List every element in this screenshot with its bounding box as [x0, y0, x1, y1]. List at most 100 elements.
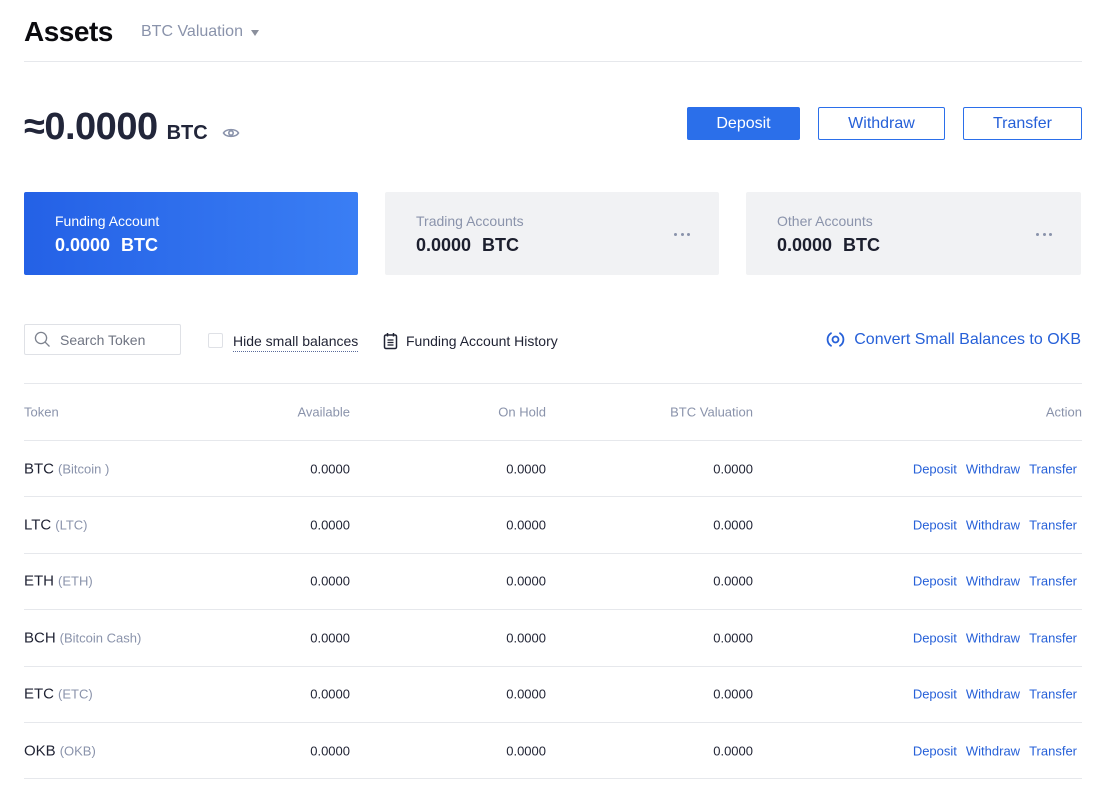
available-cell: 0.0000	[310, 573, 350, 589]
row-transfer-link[interactable]: Transfer	[1029, 574, 1077, 589]
card-value: 0.0000 BTC	[55, 235, 159, 255]
token-cell: LTC (LTC)	[24, 517, 88, 534]
action-cell: Deposit Withdraw Transfer	[913, 630, 1077, 645]
other-accounts-card[interactable]: Other Accounts 0.0000 BTC	[746, 192, 1081, 275]
available-cell: 0.0000	[310, 743, 350, 759]
convert-icon	[826, 332, 845, 347]
table-row: ETH (ETH) 0.0000 0.0000 0.0000 Deposit Wi…	[24, 554, 1082, 611]
on-hold-cell: 0.0000	[506, 686, 546, 702]
token-symbol: BTC	[24, 460, 54, 478]
token-name: (ETC)	[58, 686, 93, 702]
table-row: BCH (Bitcoin Cash) 0.0000 0.0000 0.0000 D…	[24, 610, 1082, 667]
row-withdraw-link[interactable]: Withdraw	[966, 518, 1020, 533]
funding-account-card[interactable]: Funding Account 0.0000 BTC	[24, 192, 358, 275]
history-label: Funding Account History	[406, 333, 558, 349]
assets-table: Token Available On Hold BTC Valuation Ac…	[24, 383, 1082, 780]
btc-valuation-cell: 0.0000	[713, 573, 753, 589]
token-symbol: OKB	[24, 742, 56, 760]
token-cell: BCH (Bitcoin Cash)	[24, 629, 141, 646]
token-name: (OKB)	[59, 743, 96, 759]
valuation-select[interactable]: BTC Valuation	[141, 23, 259, 41]
btc-valuation-cell: 0.0000	[713, 630, 753, 646]
more-icon[interactable]	[1036, 233, 1052, 237]
row-deposit-link[interactable]: Deposit	[913, 687, 957, 702]
btc-valuation-cell: 0.0000	[713, 686, 753, 702]
available-cell: 0.0000	[310, 517, 350, 533]
row-withdraw-link[interactable]: Withdraw	[966, 461, 1020, 476]
page-header: Assets BTC Valuation	[24, 0, 1082, 62]
action-cell: Deposit Withdraw Transfer	[913, 461, 1077, 476]
card-label: Trading Accounts	[416, 213, 524, 229]
row-deposit-link[interactable]: Deposit	[913, 743, 957, 758]
on-hold-cell: 0.0000	[506, 461, 546, 477]
convert-small-balances-link[interactable]: Convert Small Balances to OKB	[826, 330, 1081, 349]
row-withdraw-link[interactable]: Withdraw	[966, 574, 1020, 589]
page-title: Assets	[24, 16, 113, 47]
card-value: 0.0000 BTC	[777, 235, 881, 255]
on-hold-cell: 0.0000	[506, 743, 546, 759]
table-row: BTC (Bitcoin ) 0.0000 0.0000 0.0000 Depos…	[24, 441, 1082, 498]
search-icon	[34, 331, 50, 347]
funding-account-history-link[interactable]: Funding Account History	[383, 332, 558, 350]
row-deposit-link[interactable]: Deposit	[913, 518, 957, 533]
header-on-hold: On Hold	[498, 404, 546, 420]
row-transfer-link[interactable]: Transfer	[1029, 518, 1077, 533]
header-action: Action	[1045, 404, 1082, 420]
card-label: Other Accounts	[777, 213, 873, 229]
row-transfer-link[interactable]: Transfer	[1029, 687, 1077, 702]
available-cell: 0.0000	[310, 630, 350, 646]
token-symbol: LTC	[24, 516, 52, 534]
withdraw-button[interactable]: Withdraw	[818, 107, 945, 140]
table-header: Token Available On Hold BTC Valuation Ac…	[24, 384, 1082, 441]
row-deposit-link[interactable]: Deposit	[913, 461, 957, 476]
header-btc-valuation: BTC Valuation	[670, 404, 753, 420]
clipboard-icon	[383, 333, 398, 350]
card-value: 0.0000 BTC	[416, 235, 520, 255]
row-withdraw-link[interactable]: Withdraw	[966, 630, 1020, 645]
table-row: OKB (OKB) 0.0000 0.0000 0.0000 Deposit Wi…	[24, 723, 1082, 780]
on-hold-cell: 0.0000	[506, 517, 546, 533]
valuation-select-label: BTC Valuation	[141, 23, 243, 40]
token-symbol: BCH	[24, 629, 56, 647]
trading-accounts-card[interactable]: Trading Accounts 0.0000 BTC	[385, 192, 719, 275]
convert-label: Convert Small Balances to OKB	[854, 330, 1081, 348]
btc-valuation-cell: 0.0000	[713, 517, 753, 533]
btc-valuation-cell: 0.0000	[713, 743, 753, 759]
action-cell: Deposit Withdraw Transfer	[913, 743, 1077, 758]
hide-small-balances-checkbox[interactable]	[208, 333, 223, 348]
row-withdraw-link[interactable]: Withdraw	[966, 743, 1020, 758]
deposit-button[interactable]: Deposit	[687, 107, 800, 140]
row-deposit-link[interactable]: Deposit	[913, 630, 957, 645]
row-transfer-link[interactable]: Transfer	[1029, 630, 1077, 645]
token-name: (ETH)	[58, 573, 93, 589]
token-name: (LTC)	[55, 517, 88, 533]
transfer-button[interactable]: Transfer	[963, 107, 1082, 140]
token-symbol: ETC	[24, 685, 54, 703]
token-cell: ETH (ETH)	[24, 573, 93, 590]
total-balance: ≈0.0000 BTC	[24, 106, 208, 149]
available-cell: 0.0000	[310, 686, 350, 702]
token-cell: OKB (OKB)	[24, 742, 96, 759]
hide-small-balances-label[interactable]: Hide small balances	[233, 333, 359, 352]
row-withdraw-link[interactable]: Withdraw	[966, 687, 1020, 702]
token-symbol: ETH	[24, 572, 54, 590]
row-transfer-link[interactable]: Transfer	[1029, 743, 1077, 758]
caret-down-icon	[250, 30, 259, 36]
action-cell: Deposit Withdraw Transfer	[913, 518, 1077, 533]
search-token-input[interactable]	[60, 331, 170, 348]
token-name: (Bitcoin )	[58, 461, 110, 477]
action-cell: Deposit Withdraw Transfer	[913, 687, 1077, 702]
available-cell: 0.0000	[310, 461, 350, 477]
total-unit: BTC	[166, 122, 208, 144]
btc-valuation-cell: 0.0000	[713, 461, 753, 477]
table-row: LTC (LTC) 0.0000 0.0000 0.0000 Deposit Wi…	[24, 497, 1082, 554]
card-label: Funding Account	[55, 213, 160, 229]
eye-icon[interactable]	[222, 126, 240, 140]
row-deposit-link[interactable]: Deposit	[913, 574, 957, 589]
action-cell: Deposit Withdraw Transfer	[913, 574, 1077, 589]
more-icon[interactable]	[674, 233, 690, 237]
header-token: Token	[24, 404, 59, 420]
total-amount: ≈0.0000	[24, 106, 158, 148]
header-available: Available	[297, 404, 350, 420]
row-transfer-link[interactable]: Transfer	[1029, 461, 1077, 476]
